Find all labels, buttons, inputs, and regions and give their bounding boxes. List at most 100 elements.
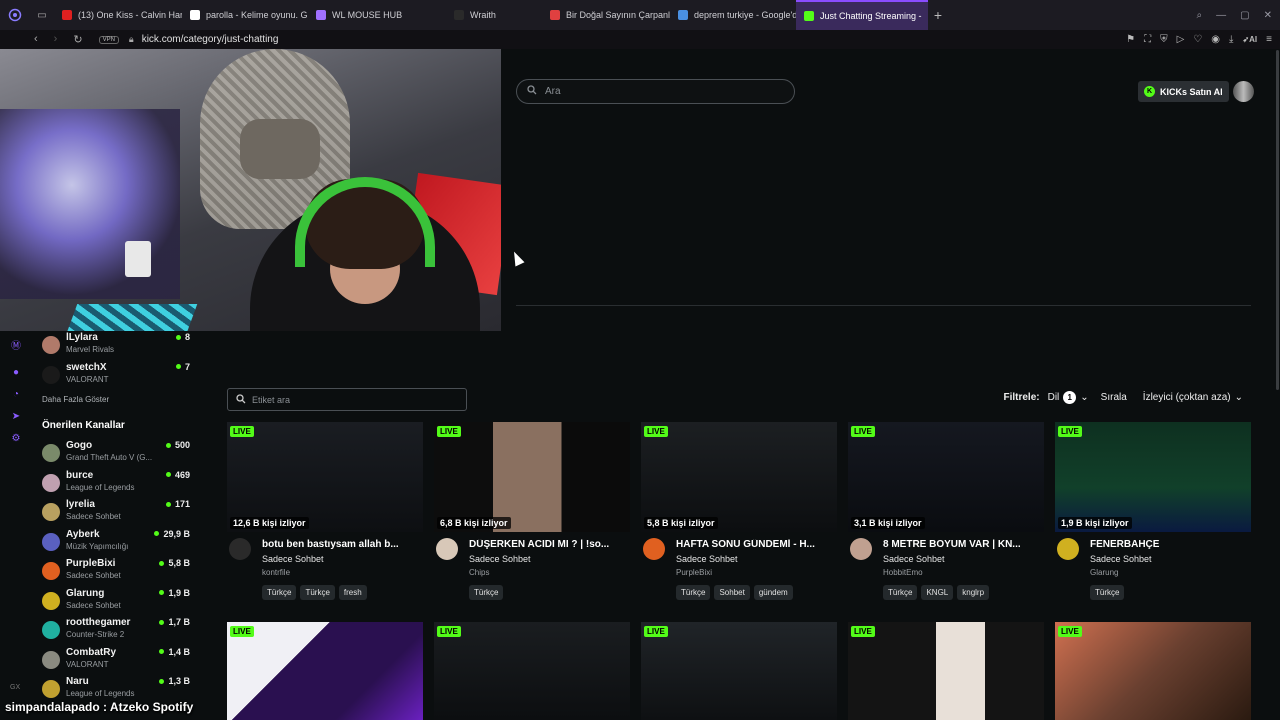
streamer-avatar[interactable] <box>436 538 458 560</box>
new-tab-button[interactable]: + <box>928 5 948 25</box>
browser-tab[interactable]: WL MOUSE HUB <box>308 0 446 30</box>
site-search-box[interactable] <box>516 79 795 104</box>
lock-icon[interactable]: 🔒︎ <box>129 34 134 45</box>
browser-tab[interactable]: (13) One Kiss - Calvin Harr <box>54 0 182 30</box>
streamer-name[interactable]: kontrfile <box>262 568 290 577</box>
rail-m-icon[interactable]: Ⓜ <box>10 337 22 352</box>
stream-card[interactable]: LIVE <box>1055 622 1251 720</box>
user-avatar[interactable] <box>1233 81 1254 102</box>
ai-button[interactable]: ➶AI <box>1242 35 1257 44</box>
buy-kicks-button[interactable]: K KICKs Satın Al <box>1138 81 1229 102</box>
sidebar-channel[interactable]: lyrelia Sadece Sohbet 171 <box>40 499 190 527</box>
download-icon[interactable]: ⤓ <box>1229 34 1233 45</box>
show-more-link[interactable]: Daha Fazla Göster <box>42 395 109 404</box>
url-field[interactable]: kick.com/category/just-chatting <box>142 34 279 45</box>
browser-menu-icon[interactable] <box>0 0 30 30</box>
stream-thumbnail[interactable]: LIVE <box>848 622 1044 720</box>
bookmark-icon[interactable]: ⚑ <box>1126 34 1135 45</box>
stream-card[interactable]: LIVE 6,8 B kişi izliyor DÜŞERKEN ACIDI MI … <box>434 422 630 604</box>
maximize-icon[interactable]: ▢ <box>1240 10 1249 21</box>
browser-tab[interactable]: deprem turkiye - Google'd <box>670 0 796 30</box>
menu-icon[interactable]: ≡ <box>1266 34 1272 45</box>
stream-thumbnail[interactable]: LIVE <box>227 622 423 720</box>
sidebar-channel[interactable]: CombatRy VALORANT 1,4 B <box>40 647 190 675</box>
sidebar-channel[interactable]: Glarung Sadece Sohbet 1,9 B <box>40 588 190 616</box>
sidebar-channel[interactable]: Ayberk Müzik Yapımcılığı 29,9 B <box>40 529 190 557</box>
stream-card[interactable]: LIVE <box>434 622 630 720</box>
stream-tag[interactable]: knglrp <box>957 585 990 600</box>
heart-icon[interactable]: ♡ <box>1193 34 1202 45</box>
stream-title[interactable]: botu ben bastıysam allah b... <box>262 539 422 550</box>
stream-card[interactable]: LIVE 3,1 B kişi izliyor 8 METRE BOYUM VAR … <box>848 422 1044 604</box>
sidebar-channel[interactable]: swetchX VALORANT 7 <box>40 362 190 390</box>
stream-tag[interactable]: Türkçe <box>262 585 297 600</box>
rail-settings-icon[interactable]: ⚙ <box>10 433 22 445</box>
rail-spotify-icon[interactable]: ● <box>10 367 22 379</box>
vpn-badge[interactable]: VPN <box>98 35 119 44</box>
sidebar-channel[interactable]: Gogo Grand Theft Auto V (G... 500 <box>40 440 190 468</box>
browser-tab[interactable]: Bir Doğal Sayının Çarpanla <box>542 0 670 30</box>
streamer-avatar[interactable] <box>850 538 872 560</box>
sidebar-channel[interactable]: lLylara Marvel Rivals 8 <box>40 332 190 360</box>
stream-tag[interactable]: fresh <box>338 585 367 600</box>
stream-thumbnail[interactable]: LIVE 12,6 B kişi izliyor <box>227 422 423 532</box>
stream-tag[interactable]: Türkçe <box>469 585 504 600</box>
sidebar-channel[interactable]: burce League of Legends 469 <box>40 470 190 498</box>
search-tabs-icon[interactable]: ⌕ <box>1197 10 1203 21</box>
stream-tag[interactable]: Türkçe <box>676 585 711 600</box>
streamer-name[interactable]: Glarung <box>1090 568 1118 577</box>
stream-thumbnail[interactable]: LIVE <box>1055 622 1251 720</box>
streamer-avatar[interactable] <box>1057 538 1079 560</box>
minimize-icon[interactable]: — <box>1216 10 1226 21</box>
page-scrollbar[interactable] <box>1276 50 1279 390</box>
profile-icon[interactable]: ◉ <box>1211 34 1220 45</box>
search-input[interactable] <box>545 86 765 97</box>
play-icon[interactable]: ▷ <box>1177 34 1185 45</box>
streamer-avatar[interactable] <box>643 538 665 560</box>
tab-strip-icon[interactable]: ▭ <box>30 0 54 30</box>
stream-title[interactable]: HAFTA SONU GÜNDEMİ - H... <box>676 539 836 550</box>
stream-thumbnail[interactable]: LIVE 5,8 B kişi izliyor <box>641 422 837 532</box>
rail-chat-icon[interactable]: ◔ <box>10 389 22 401</box>
streamer-name[interactable]: Chips <box>469 568 489 577</box>
stream-thumbnail[interactable]: LIVE <box>434 622 630 720</box>
stream-card[interactable]: LIVE <box>641 622 837 720</box>
stream-tag[interactable]: Türkçe <box>883 585 918 600</box>
browser-tab[interactable]: Wraith <box>446 0 542 30</box>
rail-send-icon[interactable]: ➤ <box>10 411 22 423</box>
stream-category[interactable]: Sadece Sohbet <box>883 554 945 564</box>
browser-tab[interactable]: Just Chatting Streaming - <box>796 0 928 30</box>
close-window-icon[interactable]: ✕ <box>1264 10 1272 21</box>
stream-category[interactable]: Sadece Sohbet <box>469 554 531 564</box>
stream-thumbnail[interactable]: LIVE 1,9 B kişi izliyor <box>1055 422 1251 532</box>
back-icon[interactable]: ‹ <box>34 33 38 46</box>
stream-card[interactable]: LIVE <box>227 622 423 720</box>
stream-thumbnail[interactable]: LIVE <box>641 622 837 720</box>
shield-icon[interactable]: ⛨ <box>1160 34 1168 45</box>
sort-dropdown[interactable]: İzleyici (çoktan aza) ⌄ <box>1143 392 1243 403</box>
stream-category[interactable]: Sadece Sohbet <box>1090 554 1152 564</box>
stream-tag[interactable]: Türkçe <box>1090 585 1125 600</box>
stream-title[interactable]: DÜŞERKEN ACIDI MI ? | !so... <box>469 539 629 550</box>
browser-tab[interactable]: parolla - Kelime oyunu. Gü <box>182 0 308 30</box>
stream-tag[interactable]: Türkçe <box>300 585 335 600</box>
stream-thumbnail[interactable]: LIVE 3,1 B kişi izliyor <box>848 422 1044 532</box>
stream-card[interactable]: LIVE <box>848 622 1044 720</box>
language-dropdown[interactable]: Dil 1 ⌄ <box>1048 391 1089 404</box>
reload-icon[interactable]: ↻ <box>73 33 82 46</box>
sidebar-channel[interactable]: PurpleBixi Sadece Sohbet 5,8 B <box>40 558 190 586</box>
stream-category[interactable]: Sadece Sohbet <box>676 554 738 564</box>
stream-tag[interactable]: Sohbet <box>714 585 750 600</box>
stream-tag[interactable]: KNGL <box>921 585 954 600</box>
streamer-avatar[interactable] <box>229 538 251 560</box>
stream-card[interactable]: LIVE 12,6 B kişi izliyor botu ben bastıysa… <box>227 422 423 604</box>
forward-icon[interactable]: › <box>54 33 58 46</box>
stream-card[interactable]: LIVE 5,8 B kişi izliyor HAFTA SONU GÜNDEMİ… <box>641 422 837 604</box>
streamer-name[interactable]: PurpleBixi <box>676 568 712 577</box>
stream-title[interactable]: FENERBAHÇE <box>1090 539 1250 550</box>
stream-card[interactable]: LIVE 1,9 B kişi izliyor FENERBAHÇE Sadece S… <box>1055 422 1251 604</box>
stream-tag[interactable]: gündem <box>753 585 793 600</box>
tag-search-box[interactable]: Etiket ara <box>227 388 467 411</box>
rail-gx-icon[interactable]: GX <box>10 684 20 691</box>
stream-thumbnail[interactable]: LIVE 6,8 B kişi izliyor <box>434 422 630 532</box>
